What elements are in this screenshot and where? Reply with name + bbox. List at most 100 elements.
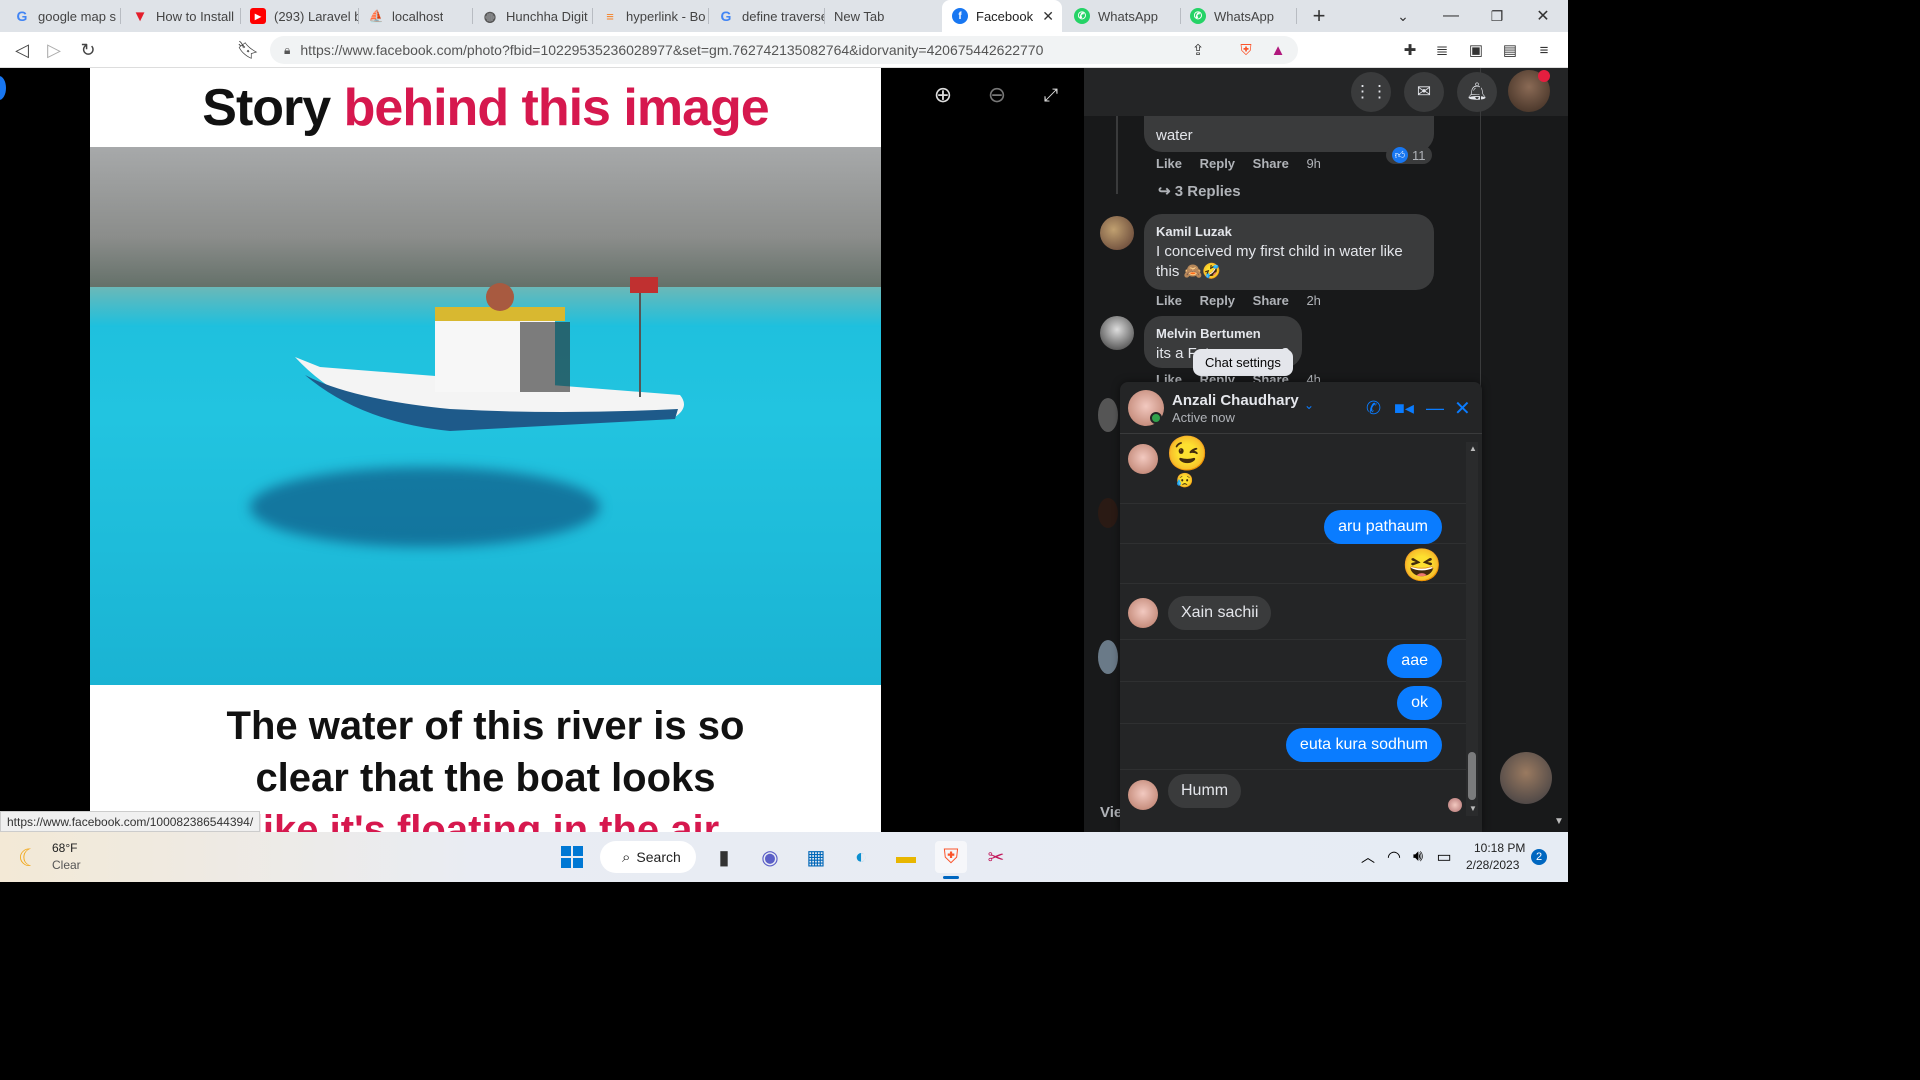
wallet-icon[interactable]: ▤ xyxy=(1500,40,1520,60)
sender-avatar xyxy=(1128,598,1158,628)
outgoing-message[interactable]: aru pathaum xyxy=(1324,510,1442,544)
scroll-thumb[interactable] xyxy=(1468,752,1476,800)
tab-google-map[interactable]: G google map s xyxy=(4,0,120,32)
minimize-chat-icon[interactable]: — xyxy=(1426,398,1444,419)
browser-tab-bar: G google map s ▼ How to Install ▶ (293) … xyxy=(0,0,1568,32)
clock-time[interactable]: 10:18 PM xyxy=(1474,841,1525,855)
tab-search-chevron-icon[interactable]: ⌄ xyxy=(1380,0,1426,32)
share-button[interactable]: Share xyxy=(1253,293,1289,308)
tab-new-tab[interactable]: New Tab xyxy=(824,0,940,32)
facebook-home-icon[interactable] xyxy=(0,76,6,100)
commenter-avatar[interactable] xyxy=(1100,316,1134,350)
minimize-window-icon[interactable]: — xyxy=(1428,0,1474,32)
video-call-icon[interactable]: ■◂ xyxy=(1394,398,1414,419)
reply-button[interactable]: Reply xyxy=(1200,293,1235,308)
view-replies-link[interactable]: ↪ 3 Replies xyxy=(1158,182,1241,200)
task-view-icon[interactable]: ▮ xyxy=(708,841,740,873)
like-button[interactable]: Like xyxy=(1156,293,1182,308)
tab-whatsapp-1[interactable]: ✆ WhatsApp xyxy=(1064,0,1180,32)
reply-arrow-icon: ↪ xyxy=(1158,183,1171,200)
message-emoji[interactable]: 😆 xyxy=(1402,546,1442,584)
share-icon[interactable]: ⇪ xyxy=(1188,40,1208,60)
zoom-in-icon[interactable]: ⊕ xyxy=(930,82,956,108)
file-explorer-icon[interactable]: ▬ xyxy=(890,841,922,873)
tab-define-traverse[interactable]: G define traverse xyxy=(708,0,824,32)
tab-label: Facebook xyxy=(976,8,1034,24)
weather-temp[interactable]: 68°F xyxy=(52,841,77,855)
chat-header[interactable]: Anzali Chaudhary Active now ⌄ ✆ ■◂ — ✕ xyxy=(1120,382,1482,434)
moon-weather-icon[interactable]: ☾ xyxy=(18,844,40,873)
notification-badge[interactable]: 2 xyxy=(1531,849,1547,865)
chat-scrollbar[interactable]: ▲ ▼ xyxy=(1466,442,1478,816)
bookmark-icon[interactable]: 🔖︎ xyxy=(236,38,260,62)
view-more-comments-link[interactable]: Vie xyxy=(1100,804,1122,821)
battery-icon[interactable]: ▭ xyxy=(1428,841,1460,873)
back-arrow-icon[interactable]: ◁ xyxy=(10,38,34,62)
messenger-icon[interactable]: ✉ xyxy=(1404,72,1444,112)
windows-start-icon[interactable] xyxy=(556,841,588,873)
notifications-bell-icon[interactable]: 🔔︎ xyxy=(1457,72,1497,112)
reply-button[interactable]: Reply xyxy=(1200,156,1235,171)
commenter-name[interactable]: Kamil Luzak xyxy=(1156,222,1422,242)
teams-chat-icon[interactable]: ◉ xyxy=(754,841,786,873)
store-icon[interactable]: ▦ xyxy=(800,841,832,873)
like-button[interactable]: Like xyxy=(1156,156,1182,171)
reaction-count[interactable]: 👍︎ 11 xyxy=(1386,146,1432,164)
tab-hunchha-digital[interactable]: ◍ Hunchha Digit xyxy=(472,0,592,32)
brave-rewards-icon[interactable]: ▲ xyxy=(1268,40,1288,60)
facebook-icon: f xyxy=(952,8,968,24)
incoming-message[interactable]: Humm xyxy=(1168,774,1242,808)
commenter-name[interactable]: Melvin Bertumen xyxy=(1156,324,1290,344)
incoming-message[interactable]: Xain sachii xyxy=(1168,596,1272,630)
playlist-icon[interactable]: ≣ xyxy=(1432,40,1452,60)
audio-call-icon[interactable]: ✆ xyxy=(1366,398,1381,419)
extensions-icon[interactable]: ✚ xyxy=(1400,40,1420,60)
edge-icon[interactable]: ◐ xyxy=(845,841,877,873)
globe-icon: ◍ xyxy=(483,7,497,24)
message-row: aae xyxy=(1120,640,1466,682)
share-button[interactable]: Share xyxy=(1253,156,1289,171)
chat-contact-name[interactable]: Anzali Chaudhary xyxy=(1172,392,1299,409)
brave-browser-icon[interactable]: ⛨ xyxy=(935,841,967,873)
close-tab-icon[interactable]: ✕ xyxy=(1042,8,1054,25)
message-row: ok xyxy=(1120,682,1466,724)
outgoing-message[interactable]: euta kura sodhum xyxy=(1285,728,1442,762)
whatsapp-icon: ✆ xyxy=(1074,8,1090,24)
tab-youtube-laravel[interactable]: ▶ (293) Laravel b xyxy=(240,0,358,32)
brave-shield-icon[interactable]: ⛨ xyxy=(1236,40,1256,60)
commenter-avatar[interactable] xyxy=(1100,216,1134,250)
tab-hyperlink[interactable]: ≡ hyperlink - Bo xyxy=(592,0,708,32)
clock-date[interactable]: 2/28/2023 xyxy=(1466,858,1519,872)
taskbar-search[interactable]: ⌕ Search xyxy=(600,841,696,873)
sidebar-icon[interactable]: ▣ xyxy=(1466,40,1486,60)
sender-avatar xyxy=(1128,444,1158,474)
menu-grid-icon[interactable]: ⋮⋮ xyxy=(1351,72,1391,112)
google-icon: G xyxy=(720,8,732,24)
zoom-out-icon[interactable]: ⊖ xyxy=(984,82,1010,108)
reload-icon[interactable]: ↻ xyxy=(76,38,100,62)
maximize-window-icon[interactable]: ❐ xyxy=(1474,0,1520,32)
scroll-down-icon[interactable]: ▼ xyxy=(1469,804,1477,813)
scroll-up-icon[interactable]: ▲ xyxy=(1469,444,1477,453)
tab-whatsapp-2[interactable]: ✆ WhatsApp xyxy=(1180,0,1296,32)
fullscreen-icon[interactable]: ⤢ xyxy=(1038,82,1064,108)
forward-arrow-icon[interactable]: ▷ xyxy=(42,38,66,62)
url-field[interactable]: 🔒︎ https://www.facebook.com/photo?fbid=1… xyxy=(270,36,1298,64)
close-chat-icon[interactable]: ✕ xyxy=(1454,396,1471,421)
chevron-down-icon[interactable]: ⌄ xyxy=(1304,398,1314,412)
tab-how-to-install[interactable]: ▼ How to Install xyxy=(122,0,240,32)
snipping-tool-icon[interactable]: ✂ xyxy=(980,841,1012,873)
outgoing-message[interactable]: aae xyxy=(1387,644,1442,678)
new-tab-plus-icon[interactable]: + xyxy=(1296,0,1342,32)
tab-facebook[interactable]: f Facebook ✕ xyxy=(942,0,1062,32)
photo-viewer: Story behind this image The water of thi… xyxy=(0,68,1084,832)
chat-head-avatar[interactable] xyxy=(1500,752,1552,804)
message-emoji[interactable]: 😉 xyxy=(1166,434,1208,474)
page-scroll-down-icon[interactable]: ▼ xyxy=(1554,816,1564,827)
online-status-dot xyxy=(1150,412,1162,424)
comment-time: 9h xyxy=(1306,156,1321,171)
tab-localhost[interactable]: ⛵ localhost xyxy=(358,0,472,32)
outgoing-message[interactable]: ok xyxy=(1397,686,1442,720)
menu-icon[interactable]: ≡ xyxy=(1534,40,1554,60)
close-window-icon[interactable]: ✕ xyxy=(1520,0,1566,32)
